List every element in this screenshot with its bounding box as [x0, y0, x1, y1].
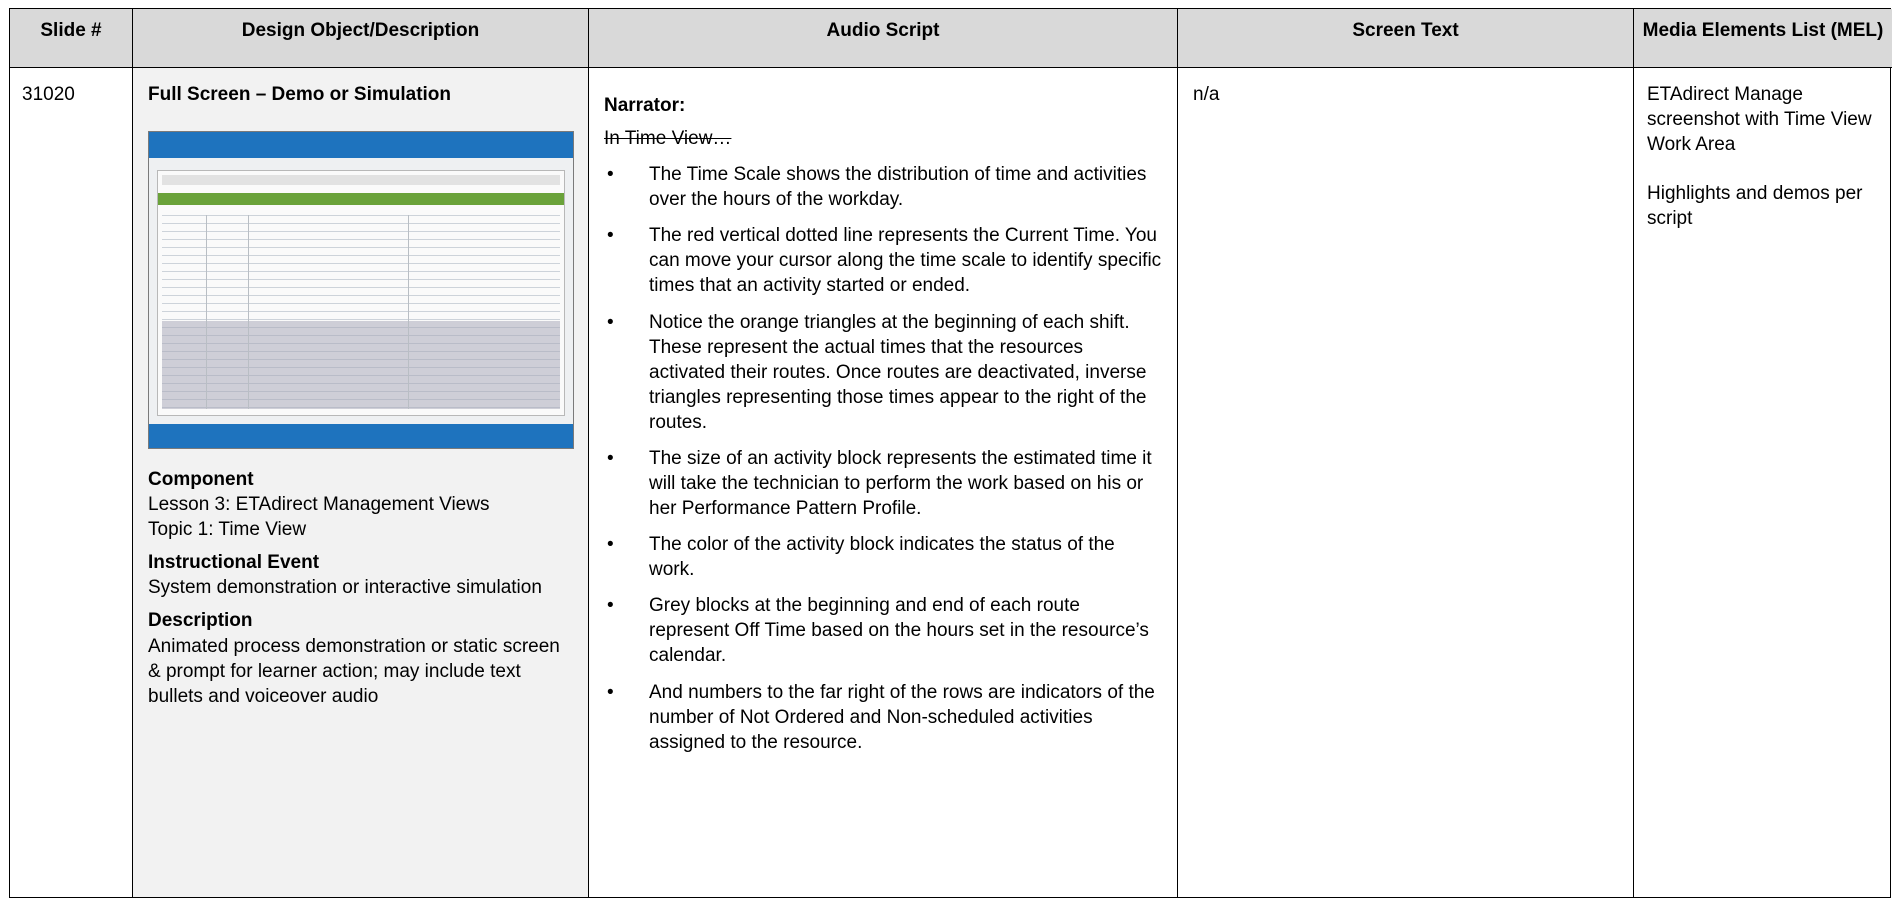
- list-item: The red vertical dotted line represents …: [604, 223, 1162, 298]
- thumbnail-nav-bar: [158, 193, 564, 206]
- storyboard-table: Slide # 31020 Design Object/Description …: [9, 8, 1892, 898]
- mel-item: ETAdirect Manage screenshot with Time Vi…: [1647, 84, 1872, 156]
- design-column: Design Object/Description Full Screen – …: [133, 9, 589, 897]
- thumbnail-column-line: [408, 215, 409, 410]
- thumbnail-column-line: [206, 215, 207, 410]
- mel-cell: ETAdirect Manage screenshot with Time Vi…: [1634, 68, 1892, 897]
- slide-number-column: Slide # 31020: [10, 9, 133, 897]
- slide-number: 31020: [22, 84, 75, 105]
- header-audio-script: Audio Script: [589, 9, 1177, 68]
- component-topic: Topic 1: Time View: [148, 519, 307, 541]
- struck-line: In Time View…: [604, 128, 732, 150]
- thumbnail-app-window: [157, 170, 565, 417]
- thumbnail-grey-band: [162, 321, 560, 410]
- header-slide-number: Slide #: [10, 9, 132, 68]
- narrator-label: Narrator:: [604, 95, 686, 116]
- screen-text-cell: n/a: [1178, 68, 1633, 897]
- thumbnail-toolbar: [162, 175, 560, 186]
- screenshot-thumbnail: [148, 131, 574, 450]
- description-text: Animated process demonstration or static…: [148, 635, 560, 707]
- component-lesson: Lesson 3: ETAdirect Management Views: [148, 494, 490, 516]
- header-design-object: Design Object/Description: [133, 9, 588, 68]
- design-cell: Full Screen – Demo or Simulation Compone…: [133, 68, 588, 897]
- description-heading: Description: [148, 610, 253, 632]
- header-screen-text: Screen Text: [1178, 9, 1633, 68]
- header-media-elements: Media Elements List (MEL): [1634, 9, 1892, 68]
- slide-number-cell: 31020: [10, 68, 132, 897]
- list-item: The size of an activity block represents…: [604, 446, 1162, 521]
- list-item: And numbers to the far right of the rows…: [604, 680, 1162, 755]
- list-item: The Time Scale shows the distribution of…: [604, 162, 1162, 212]
- component-heading: Component: [148, 469, 254, 491]
- design-title: Full Screen – Demo or Simulation: [148, 84, 452, 105]
- audio-column: Audio Script Narrator: In Time View… The…: [589, 9, 1178, 897]
- list-item: The color of the activity block indicate…: [604, 532, 1162, 582]
- list-item: Grey blocks at the beginning and end of …: [604, 593, 1162, 668]
- mel-item: Highlights and demos per script: [1647, 183, 1863, 230]
- audio-cell: Narrator: In Time View… The Time Scale s…: [589, 68, 1177, 897]
- event-text: System demonstration or interactive simu…: [148, 577, 542, 599]
- screen-text-value: n/a: [1193, 84, 1220, 105]
- event-heading: Instructional Event: [148, 552, 320, 574]
- thumbnail-top-bar: [149, 132, 573, 159]
- list-item: Notice the orange triangles at the begin…: [604, 310, 1162, 435]
- screen-text-column: Screen Text n/a: [1178, 9, 1634, 897]
- thumbnail-column-line: [248, 215, 249, 410]
- audio-bullet-list: The Time Scale shows the distribution of…: [604, 162, 1162, 755]
- mel-column: Media Elements List (MEL) ETAdirect Mana…: [1634, 9, 1892, 897]
- thumbnail-bottom-bar: [149, 424, 573, 449]
